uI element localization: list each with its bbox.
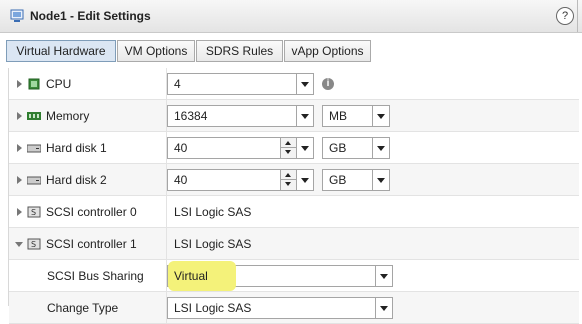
row-label: Hard disk 2 (46, 173, 107, 187)
row-label: Memory (46, 109, 90, 123)
tab-virtual-hardware[interactable]: Virtual Hardware (6, 40, 116, 62)
window-titlebar: Node1 - Edit Settings ? (0, 0, 582, 33)
memory-value: 16384 (174, 109, 208, 123)
expand-arrow-icon[interactable] (17, 208, 22, 216)
collapse-arrow-icon[interactable] (15, 242, 23, 247)
chevron-down-icon[interactable] (296, 106, 313, 126)
row-scsi-controller-0: S SCSI controller 0 LSI Logic SAS (9, 196, 579, 228)
cpu-value: 4 (174, 77, 181, 91)
tab-vapp-options[interactable]: vApp Options (284, 40, 371, 62)
arrow-down-icon[interactable] (285, 150, 291, 154)
arrow-up-icon[interactable] (285, 173, 291, 177)
memory-unit-select[interactable]: MB (322, 105, 390, 127)
memory-icon (27, 112, 41, 120)
row-label: SCSI Bus Sharing (47, 269, 144, 283)
expand-arrow-icon[interactable] (17, 176, 22, 184)
vm-icon (10, 9, 24, 22)
memory-unit: MB (329, 109, 347, 123)
stepper[interactable] (280, 138, 296, 158)
column-divider (166, 228, 167, 259)
row-cpu: CPU 4 i (9, 68, 579, 100)
tab-sdrs-rules[interactable]: SDRS Rules (196, 40, 283, 62)
hard-disk-icon (27, 176, 41, 185)
row-change-type: Change Type LSI Logic SAS (9, 292, 579, 324)
disk1-unit-select[interactable]: GB (322, 137, 390, 159)
row-scsi-controller-1: S SCSI controller 1 LSI Logic SAS (9, 228, 579, 260)
scsi1-type: LSI Logic SAS (174, 237, 252, 251)
scsi-controller-icon: S (27, 238, 41, 250)
chevron-down-icon[interactable] (372, 106, 389, 126)
disk2-unit: GB (329, 173, 347, 187)
row-label: Hard disk 1 (46, 141, 107, 155)
expand-arrow-icon[interactable] (17, 80, 22, 88)
column-divider (166, 196, 167, 227)
disk1-size-input[interactable]: 40 (167, 137, 314, 159)
svg-text:S: S (31, 208, 36, 217)
info-icon[interactable]: i (322, 78, 334, 90)
chevron-down-icon[interactable] (372, 170, 389, 190)
disk2-size: 40 (174, 173, 188, 187)
expand-arrow-icon[interactable] (17, 112, 22, 120)
bus-sharing-select[interactable]: Virtual (167, 261, 393, 291)
svg-text:S: S (31, 240, 36, 249)
cpu-select[interactable]: 4 (167, 73, 314, 95)
tab-vm-options[interactable]: VM Options (117, 40, 195, 62)
disk1-unit: GB (329, 141, 347, 155)
chevron-down-icon[interactable] (372, 138, 389, 158)
chevron-down-icon[interactable] (375, 298, 392, 318)
chevron-down-icon[interactable] (296, 138, 313, 158)
row-label: CPU (46, 77, 72, 91)
memory-input[interactable]: 16384 (167, 105, 314, 127)
window-title: Node1 - Edit Settings (30, 9, 151, 23)
change-type-value: LSI Logic SAS (174, 301, 252, 315)
change-type-select[interactable]: LSI Logic SAS (167, 297, 393, 319)
cpu-icon (28, 78, 40, 90)
chevron-down-icon[interactable] (296, 74, 313, 94)
hard-disk-icon (27, 144, 41, 153)
arrow-up-icon[interactable] (285, 141, 291, 145)
scsi0-type: LSI Logic SAS (174, 205, 252, 219)
row-hard-disk-1: Hard disk 1 40 GB (9, 132, 579, 164)
chevron-down-icon[interactable] (375, 266, 392, 286)
row-hard-disk-2: Hard disk 2 40 GB (9, 164, 579, 196)
hardware-grid: CPU 4 i Memory 16384 MB Hard disk 1 40 G… (8, 68, 579, 324)
disk1-size: 40 (174, 141, 188, 155)
help-button[interactable]: ? (556, 7, 574, 25)
chevron-down-icon[interactable] (296, 170, 313, 190)
titlebar-divider (577, 0, 578, 32)
row-label: SCSI controller 1 (46, 237, 137, 251)
bus-sharing-value: Virtual (174, 269, 208, 283)
expand-arrow-icon[interactable] (17, 144, 22, 152)
stepper-divider (281, 147, 296, 148)
disk2-size-input[interactable]: 40 (167, 169, 314, 191)
stepper[interactable] (280, 170, 296, 190)
stepper-divider (281, 179, 296, 180)
row-memory: Memory 16384 MB (9, 100, 579, 132)
disk2-unit-select[interactable]: GB (322, 169, 390, 191)
row-scsi-bus-sharing: SCSI Bus Sharing Virtual (9, 260, 579, 292)
row-label: Change Type (47, 301, 119, 315)
arrow-down-icon[interactable] (285, 182, 291, 186)
row-label: SCSI controller 0 (46, 205, 137, 219)
scsi-controller-icon: S (27, 206, 41, 218)
